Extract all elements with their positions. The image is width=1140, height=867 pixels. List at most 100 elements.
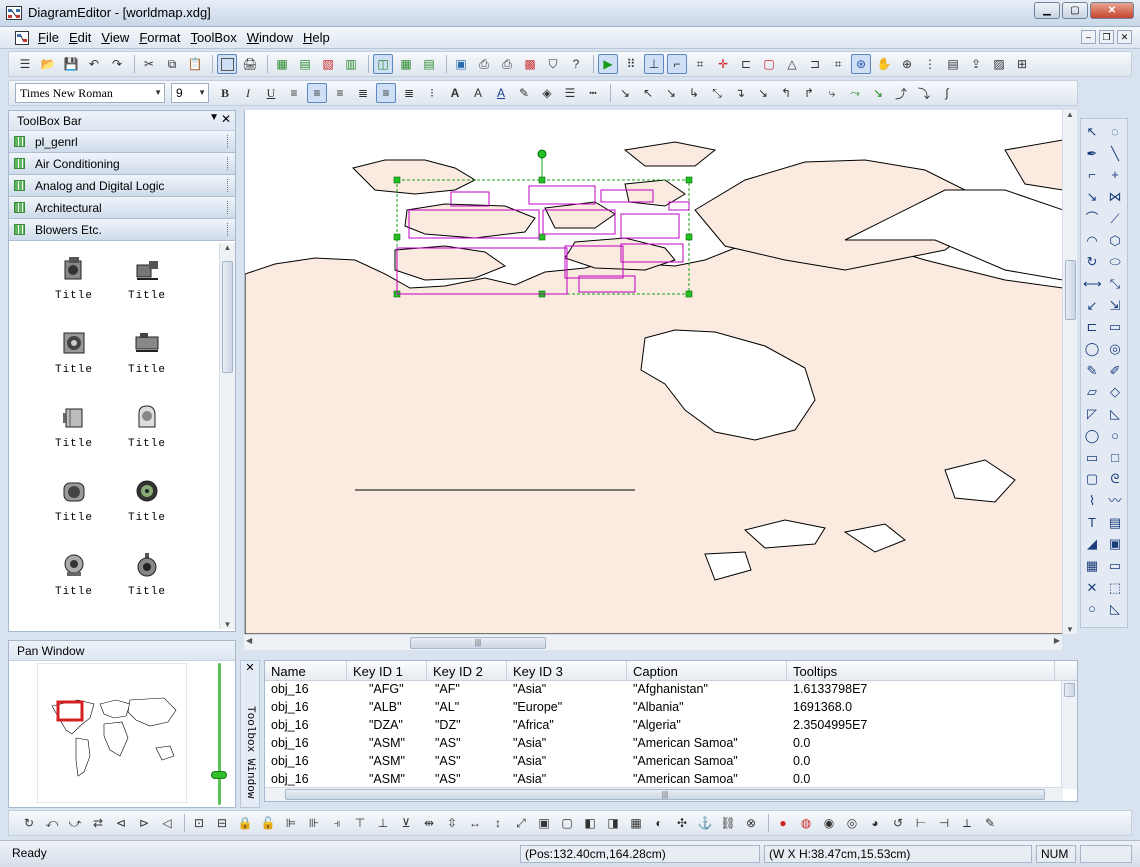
menu-window[interactable]: Window xyxy=(246,30,299,45)
send-back-icon[interactable]: ▢ xyxy=(557,813,577,833)
unlock-icon[interactable]: 🔓 xyxy=(258,813,278,833)
fill-tri-icon[interactable]: ◢ xyxy=(1083,535,1101,553)
flip-v-icon[interactable]: ⊳ xyxy=(134,813,154,833)
lasso-icon[interactable]: ◌ xyxy=(1106,123,1124,141)
colors-icon[interactable]: ▩ xyxy=(520,54,540,74)
arrow-line-icon[interactable]: ↘ xyxy=(1083,188,1101,206)
connector-double-icon[interactable]: ⤡ xyxy=(707,83,727,103)
circle-icon[interactable]: ○ xyxy=(1106,427,1124,445)
mdi-restore-button[interactable]: ❐ xyxy=(1099,30,1114,44)
shape-b-icon[interactable]: ◇ xyxy=(1106,383,1124,401)
select-rect-icon[interactable]: ▢ xyxy=(759,54,779,74)
dot-grid-icon[interactable]: ⠿ xyxy=(621,54,641,74)
category-pl-genrl[interactable]: pl_genrl xyxy=(9,131,235,153)
cut-icon[interactable]: ✂ xyxy=(139,54,159,74)
menu-format[interactable]: Format xyxy=(138,30,186,45)
text-icon[interactable]: T xyxy=(1083,514,1101,532)
connector-diag-icon[interactable]: ↘ xyxy=(661,83,681,103)
col-key-id-2[interactable]: Key ID 2 xyxy=(427,661,507,680)
document-icon[interactable] xyxy=(14,30,30,46)
plus-icon[interactable]: + xyxy=(1106,166,1124,184)
connector-green-icon[interactable]: ⤳ xyxy=(845,83,865,103)
mirror-icon[interactable]: ◁ xyxy=(157,813,177,833)
font-name-select[interactable]: Times New Roman ▼ xyxy=(15,83,165,103)
save-icon[interactable]: 💾 xyxy=(61,54,81,74)
picture-icon[interactable]: ▦ xyxy=(1083,557,1101,575)
space-v-icon[interactable]: ⇳ xyxy=(442,813,462,833)
fit-page-icon[interactable]: ◫ xyxy=(373,54,393,74)
shape-gray-b-icon[interactable]: ◎ xyxy=(842,813,862,833)
scroll-left-icon[interactable]: ◀ xyxy=(246,636,252,645)
close-icon[interactable]: ✕ xyxy=(241,661,259,674)
ellipse-icon[interactable]: ⬭ xyxy=(1106,253,1124,271)
align-bottom-objs-icon[interactable]: ⊻ xyxy=(396,813,416,833)
table-row[interactable]: obj_16 "AFG" "AF" "Asia" "Afghanistan" 1.6133… xyxy=(265,681,1077,699)
shape-item[interactable]: Title xyxy=(49,551,99,598)
paste-icon[interactable]: 📋 xyxy=(185,54,205,74)
image-frame-icon[interactable]: ▣ xyxy=(1106,535,1124,553)
shape-item[interactable]: Title xyxy=(122,255,172,302)
align-arrows-icon[interactable]: ⇲ xyxy=(1106,297,1124,315)
round-rect-icon[interactable]: ▢ xyxy=(1083,470,1101,488)
align-middle-objs-icon[interactable]: ⊥ xyxy=(373,813,393,833)
arc-icon[interactable]: ◠ xyxy=(1083,232,1101,250)
fill-color-icon[interactable]: ◈ xyxy=(537,83,557,103)
font-color-icon[interactable]: A xyxy=(491,83,511,103)
sheet-props-icon[interactable]: ▥ xyxy=(341,54,361,74)
connector-ortho-icon[interactable]: ↱ xyxy=(799,83,819,103)
font-grow-icon[interactable]: A xyxy=(445,83,465,103)
italic-icon[interactable]: I xyxy=(238,83,258,103)
category-blowers-etc[interactable]: Blowers Etc. xyxy=(9,219,235,241)
triangle-small-icon[interactable]: ◺ xyxy=(1106,600,1124,618)
measure-c-icon[interactable]: ⟂ xyxy=(957,813,977,833)
pin-icon[interactable]: ▼ xyxy=(209,112,219,123)
shape-c-icon[interactable]: ◕ xyxy=(865,813,885,833)
connector-arc-icon[interactable]: ⤵ xyxy=(914,83,934,103)
col-key-id-1[interactable]: Key ID 1 xyxy=(347,661,427,680)
col-caption[interactable]: Caption xyxy=(627,661,787,680)
rotate-left-icon[interactable]: ⤺ xyxy=(42,813,62,833)
connector-spline-icon[interactable]: ∫ xyxy=(937,83,957,103)
space-h-icon[interactable]: ⇹ xyxy=(419,813,439,833)
scroll-thumb[interactable]: ||| xyxy=(410,637,546,649)
pan-zoom-slider[interactable] xyxy=(211,771,227,779)
bring-front-icon[interactable]: ▣ xyxy=(534,813,554,833)
scroll-thumb[interactable] xyxy=(1064,683,1075,697)
bezier-icon[interactable]: ⌒ xyxy=(1083,210,1101,228)
nudge-icon[interactable]: ✣ xyxy=(672,813,692,833)
table-horizontal-scrollbar[interactable]: ||| xyxy=(265,787,1063,801)
pen-icon[interactable]: ✒ xyxy=(1083,145,1101,163)
mdi-minimize-button[interactable]: – xyxy=(1081,30,1096,44)
scroll-down-icon[interactable]: ▼ xyxy=(1063,625,1077,634)
col-key-id-3[interactable]: Key ID 3 xyxy=(507,661,627,680)
list-icon[interactable]: ☰ xyxy=(15,54,35,74)
connector-curve-icon[interactable]: ⤴ xyxy=(891,83,911,103)
category-analog-digital-logic[interactable]: Analog and Digital Logic xyxy=(9,175,235,197)
bubble-icon[interactable]: ◎ xyxy=(1106,340,1124,358)
hexagon-icon[interactable]: ⬡ xyxy=(1106,232,1124,250)
align-right-objs-icon[interactable]: ⫣ xyxy=(327,813,347,833)
category-air-conditioning[interactable]: Air Conditioning xyxy=(9,153,235,175)
run-icon[interactable]: ▶ xyxy=(598,54,618,74)
diagram-canvas[interactable] xyxy=(244,110,1062,634)
tri-b-icon[interactable]: ◺ xyxy=(1106,405,1124,423)
menu-toolbox[interactable]: ToolBox xyxy=(190,30,243,45)
measure-b-icon[interactable]: ⊣ xyxy=(934,813,954,833)
connector-icon[interactable]: ⌐ xyxy=(667,54,687,74)
font-shrink-icon[interactable]: A xyxy=(468,83,488,103)
forward-icon[interactable]: ◧ xyxy=(580,813,600,833)
rotate-free-icon[interactable]: ↻ xyxy=(19,813,39,833)
image-icon[interactable]: ▣ xyxy=(451,54,471,74)
menu-edit[interactable]: Edit xyxy=(68,30,97,45)
anchor-icon[interactable]: ⚓ xyxy=(695,813,715,833)
menu-view[interactable]: View xyxy=(100,30,135,45)
rect-icon[interactable]: ▭ xyxy=(1083,449,1101,467)
ungroup-icon[interactable]: ⊟ xyxy=(212,813,232,833)
pointer-icon[interactable]: ↖ xyxy=(1083,123,1101,141)
delete-x-icon[interactable]: ✕ xyxy=(1083,579,1101,597)
export-icon[interactable]: ⇪ xyxy=(966,54,986,74)
page-view-icon[interactable] xyxy=(217,54,237,74)
grid-sel-icon[interactable]: ⬚ xyxy=(1106,579,1124,597)
connector-link-icon[interactable]: ↘ xyxy=(868,83,888,103)
target-icon[interactable]: ⊛ xyxy=(851,54,871,74)
